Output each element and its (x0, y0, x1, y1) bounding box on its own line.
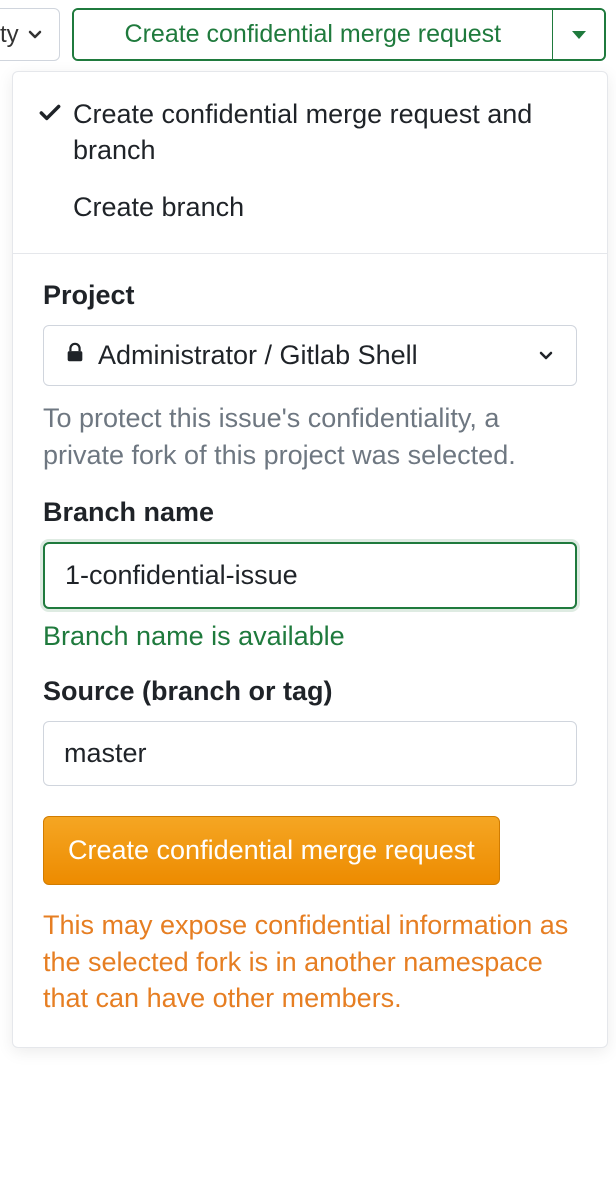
create-mr-menu: Create confidential merge request and br… (13, 72, 607, 254)
check-icon-empty (37, 189, 73, 193)
chevron-down-icon (536, 346, 556, 366)
project-group: Project Administrator / Gitlab Shell To … (43, 280, 577, 473)
submit-button-label: Create confidential merge request (68, 835, 475, 865)
branch-name-input[interactable] (43, 542, 577, 609)
submit-create-mr-button[interactable]: Create confidential merge request (43, 816, 500, 885)
truncated-dropdown-label: ty (0, 21, 19, 49)
create-mr-form: Project Administrator / Gitlab Shell To … (13, 254, 607, 1046)
check-icon (37, 96, 73, 126)
project-label: Project (43, 280, 577, 311)
create-mr-split-button: Create confidential merge request (72, 8, 606, 61)
menu-item-create-mr-and-branch[interactable]: Create confidential merge request and br… (13, 86, 607, 179)
create-mr-dropdown-toggle[interactable] (552, 10, 604, 59)
truncated-dropdown-button[interactable]: ty (0, 8, 60, 61)
create-mr-button[interactable]: Create confidential merge request (74, 10, 552, 59)
confidential-warning: This may expose confidential information… (43, 907, 577, 1016)
branch-name-group: Branch name Branch name is available (43, 497, 577, 652)
source-input[interactable] (43, 721, 577, 786)
source-group: Source (branch or tag) (43, 676, 577, 786)
branch-name-label: Branch name (43, 497, 577, 528)
menu-item-create-branch[interactable]: Create branch (13, 179, 607, 235)
source-label: Source (branch or tag) (43, 676, 577, 707)
caret-down-icon (572, 31, 586, 39)
chevron-down-icon (25, 25, 45, 45)
lock-icon (64, 341, 86, 370)
menu-item-label: Create confidential merge request and br… (73, 96, 583, 169)
create-mr-button-label: Create confidential merge request (125, 20, 502, 49)
create-mr-dropdown-panel: Create confidential merge request and br… (12, 71, 608, 1048)
menu-item-label: Create branch (73, 189, 583, 225)
project-select-value: Administrator / Gitlab Shell (98, 340, 536, 371)
project-select[interactable]: Administrator / Gitlab Shell (43, 325, 577, 386)
branch-name-validation: Branch name is available (43, 621, 577, 652)
project-help-text: To protect this issue's confidentiality,… (43, 400, 577, 473)
